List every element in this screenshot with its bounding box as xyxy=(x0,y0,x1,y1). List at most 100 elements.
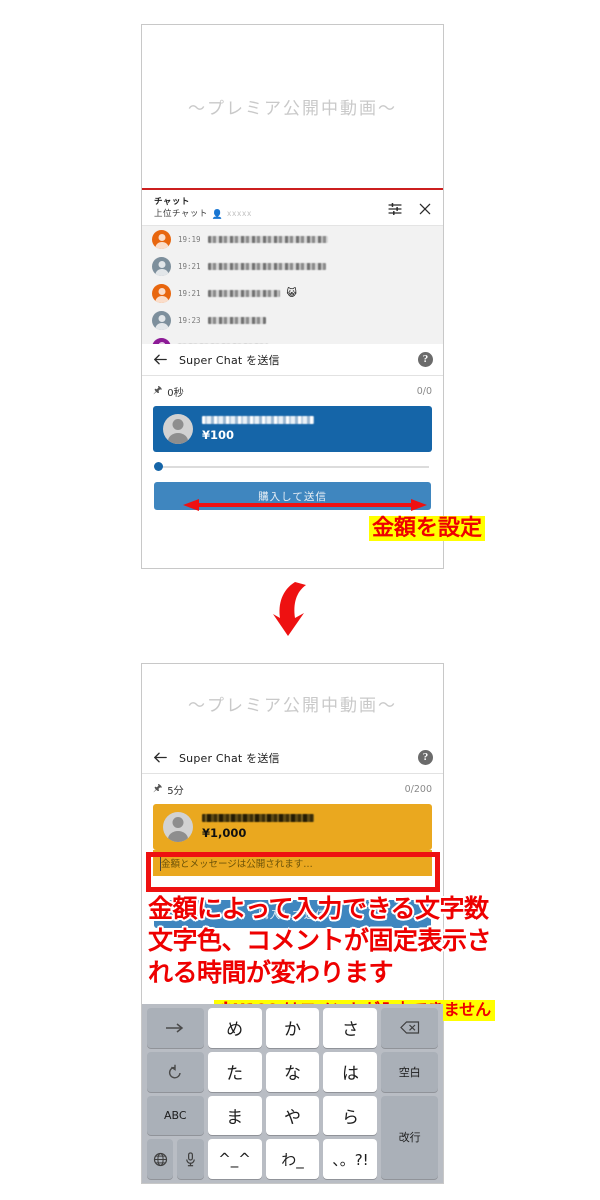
avatar[interactable] xyxy=(152,284,171,303)
key-space[interactable]: 空白 xyxy=(381,1051,438,1092)
arrow-right-icon xyxy=(166,1023,184,1033)
chat-message-row: 19:21 😺 xyxy=(142,280,443,307)
key-microphone[interactable] xyxy=(177,1139,204,1179)
message-text-redacted xyxy=(207,236,328,243)
key-ma[interactable]: ま xyxy=(207,1095,262,1136)
key-ka[interactable]: か xyxy=(265,1008,320,1048)
superchat-body-top: 🖈 0秒 0/0 ¥100 xyxy=(142,376,443,452)
superchat-amount-bottom: ¥1,000 xyxy=(202,826,247,840)
message-timestamp: 19:19 xyxy=(178,235,201,244)
avatar[interactable] xyxy=(152,257,171,276)
chat-subtitle-row[interactable]: 上位チャット 👤 xxxxx xyxy=(154,209,387,220)
key-kaomoji[interactable]: ^_^ xyxy=(207,1139,262,1179)
avatar xyxy=(163,414,193,444)
key-globe[interactable] xyxy=(147,1139,174,1179)
amount-slider-wrap-top[interactable] xyxy=(142,452,443,471)
keyboard-right-column: 空白 改行 xyxy=(381,1008,438,1179)
chat-message-list[interactable]: 19:19 19:21 19:21 😺 19:23 xyxy=(142,226,443,344)
character-counter-top: 0/0 xyxy=(416,386,432,397)
key-arrow-right[interactable] xyxy=(147,1008,204,1048)
key-me[interactable]: め xyxy=(207,1008,262,1048)
key-abc[interactable]: ABC xyxy=(147,1095,204,1136)
username-redacted xyxy=(202,814,314,822)
amount-slider-track[interactable] xyxy=(154,462,429,471)
chat-header: チャット 上位チャット 👤 xxxxx xyxy=(142,190,443,226)
key-na[interactable]: な xyxy=(265,1051,320,1092)
chat-title: チャット xyxy=(154,197,190,207)
superchat-preview-card-top: ¥100 xyxy=(153,406,432,452)
avatar[interactable] xyxy=(152,230,171,249)
avatar[interactable] xyxy=(152,311,171,330)
superchat-meter-top: 🖈 0秒 0/0 xyxy=(153,383,432,400)
key-enter[interactable]: 改行 xyxy=(381,1095,438,1179)
character-counter-bottom: 0/200 xyxy=(404,784,432,795)
superchat-card-lines-bottom: ¥1,000 xyxy=(202,814,422,840)
key-sa[interactable]: さ xyxy=(323,1008,378,1048)
viewer-count: xxxxx xyxy=(227,209,253,219)
phone-screenshot-top: 〜プレミア公開中動画〜 チャット 上位チャット 👤 xxxxx 19:19 19… xyxy=(141,24,444,569)
chat-subtitle: 上位チャット xyxy=(154,208,208,219)
microphone-icon xyxy=(186,1151,195,1166)
annotation-explanation-line2: 文字色、コメントが固定表示さ xyxy=(148,926,492,955)
keyboard-center-column: め か さ た な は ま や ら ^_^ わ_ 、。?! xyxy=(207,1008,378,1179)
key-punctuation[interactable]: 、。?! xyxy=(323,1139,378,1179)
key-backspace[interactable] xyxy=(381,1008,438,1048)
keyboard-row-4: ^_^ わ_ 、。?! xyxy=(207,1139,378,1179)
annotation-set-amount: 金額を設定 xyxy=(369,516,486,542)
superchat-title-bottom: Super Chat を送信 xyxy=(179,751,280,765)
message-timestamp: 19:23 xyxy=(178,316,201,325)
keyboard-bottom-left-split xyxy=(147,1139,204,1179)
pin-duration-top: 0秒 xyxy=(167,388,184,399)
key-ta[interactable]: た xyxy=(207,1051,262,1092)
help-icon[interactable]: ? xyxy=(418,352,433,367)
key-undo[interactable] xyxy=(147,1051,204,1092)
message-emoji: 😺 xyxy=(286,288,298,299)
chat-header-titles: チャット 上位チャット 👤 xxxxx xyxy=(154,197,387,220)
username-redacted xyxy=(202,416,314,424)
person-icon: 👤 xyxy=(211,208,224,219)
superchat-header-top: Super Chat を送信 ? xyxy=(142,344,443,376)
key-ra[interactable]: ら xyxy=(323,1095,378,1136)
message-text-redacted xyxy=(207,263,326,270)
back-arrow-icon[interactable] xyxy=(152,749,169,766)
message-timestamp: 19:21 xyxy=(178,262,201,271)
superchat-title-top: Super Chat を送信 xyxy=(179,353,280,367)
pin-icon: 🖈 xyxy=(153,385,163,396)
pin-icon: 🖈 xyxy=(153,783,163,794)
video-placeholder-text-bottom: 〜プレミア公開中動画〜 xyxy=(188,695,397,716)
slider-range-annotation-arrow xyxy=(183,499,427,511)
message-text-redacted xyxy=(207,317,266,324)
keyboard-row-3: ま や ら xyxy=(207,1095,378,1136)
undo-icon xyxy=(169,1064,181,1079)
video-player-bottom[interactable]: 〜プレミア公開中動画〜 xyxy=(142,664,443,742)
back-arrow-icon[interactable] xyxy=(152,351,169,368)
tune-icon[interactable] xyxy=(387,201,403,217)
amount-slider-knob[interactable] xyxy=(154,462,163,471)
help-icon[interactable]: ? xyxy=(418,750,433,765)
video-player-top[interactable]: 〜プレミア公開中動画〜 xyxy=(142,25,443,188)
chat-message-row: 19:19 xyxy=(142,226,443,253)
key-ya[interactable]: や xyxy=(265,1095,320,1136)
close-icon[interactable] xyxy=(417,201,433,217)
key-ha[interactable]: は xyxy=(323,1051,378,1092)
key-wa[interactable]: わ_ xyxy=(265,1139,320,1179)
chat-message-row xyxy=(142,334,443,344)
annotation-explanation-line3: れる時間が変わります xyxy=(148,958,394,987)
keyboard-main: ABC め か さ た な は ま や ら ^_^ わ_ 、。?! 空白 改行 xyxy=(147,1008,438,1179)
annotation-explanation: 金額によって入力できる文字数 文字色、コメントが固定表示さ れる時間が変わります xyxy=(148,893,598,989)
keyboard-row-1: め か さ xyxy=(207,1008,378,1048)
superchat-meter-bottom: 🖈 5分 0/200 xyxy=(153,781,432,798)
avatar[interactable] xyxy=(152,338,171,344)
chat-header-actions xyxy=(387,197,433,217)
message-text-redacted xyxy=(207,290,280,297)
superchat-message-input[interactable]: 金額とメッセージは公開されます… xyxy=(153,850,432,876)
superchat-preview-card-bottom: ¥1,000 xyxy=(153,804,432,850)
keyboard-left-column: ABC xyxy=(147,1008,204,1179)
backspace-icon xyxy=(399,1021,419,1035)
superchat-card-lines-top: ¥100 xyxy=(202,416,422,442)
video-placeholder-text: 〜プレミア公開中動画〜 xyxy=(188,99,397,119)
avatar xyxy=(163,812,193,842)
software-keyboard: ABC め か さ た な は ま や ら ^_^ わ_ 、。?! 空白 改行 xyxy=(142,1004,443,1183)
superchat-amount-top: ¥100 xyxy=(202,428,235,442)
annotation-explanation-line1: 金額によって入力できる文字数 xyxy=(148,894,489,923)
